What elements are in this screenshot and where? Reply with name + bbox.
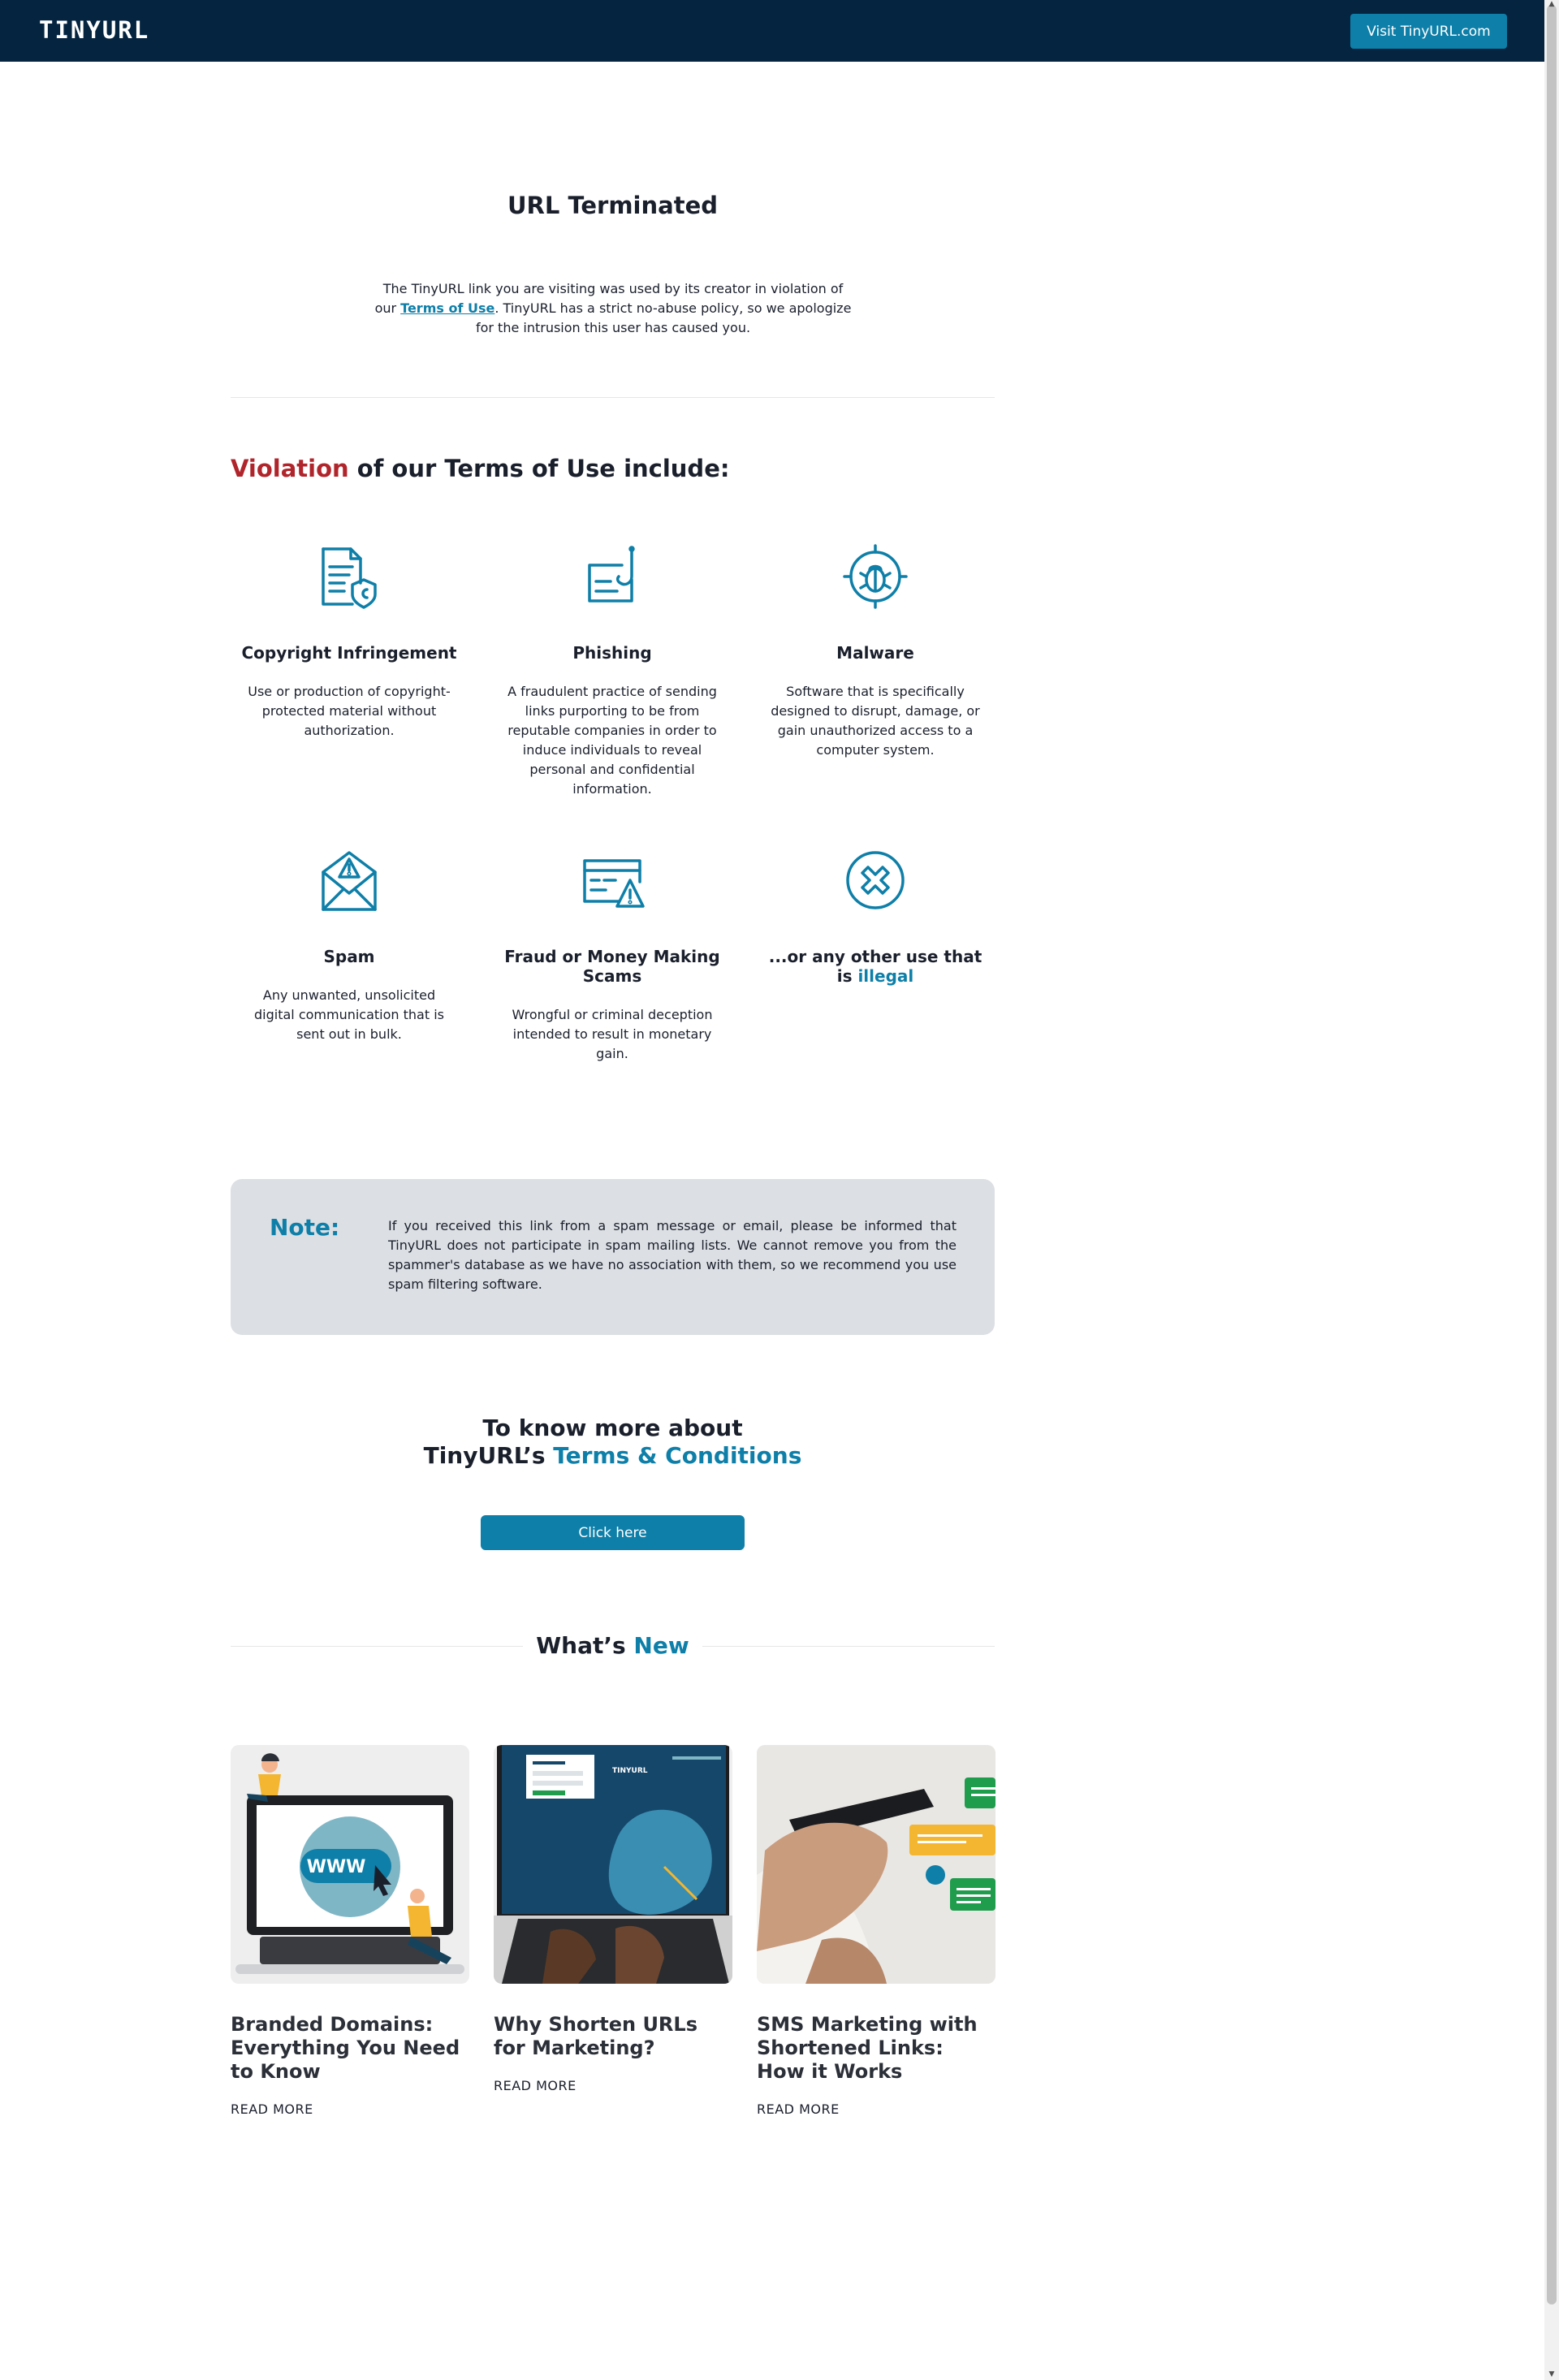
scroll-up-arrow-icon[interactable]: ▲ — [1548, 0, 1556, 8]
tinyurl-logo[interactable]: TINYURL — [39, 16, 149, 44]
terms-heading-line2-before: TinyURL’s — [423, 1442, 554, 1469]
terms-of-use-link[interactable]: Terms of Use — [400, 300, 494, 316]
intro-text-after: . TinyURL has a strict no-abuse policy, … — [475, 300, 852, 335]
note-text: If you received this link from a spam me… — [388, 1218, 957, 1292]
post-image-www-text: WWW — [307, 1857, 366, 1877]
terms-conditions-highlight: Terms & Conditions — [553, 1442, 802, 1469]
violation-description: Use or production of copyright-protected… — [248, 684, 451, 738]
top-header: TINYURL Visit TinyURL.com — [0, 0, 1544, 62]
intro-text: The TinyURL link you are visiting was us… — [374, 279, 853, 338]
note-box: Note: If you received this link from a s… — [231, 1179, 995, 1335]
post-image-logo-text: TINYURL — [612, 1767, 648, 1775]
click-here-button[interactable]: Click here — [481, 1515, 745, 1550]
post-title[interactable]: SMS Marketing with Shortened Links: How … — [757, 2013, 995, 2084]
post-image-laptop[interactable]: TINYURL — [494, 1745, 732, 1984]
whats-new-divider-right — [702, 1646, 995, 1647]
page-title: URL Terminated — [507, 192, 719, 219]
post-title[interactable]: Branded Domains: Everything You Need to … — [231, 2013, 469, 2084]
violation-description: Wrongful or criminal deception intended … — [512, 1007, 713, 1061]
whats-new-divider-left — [231, 1646, 523, 1647]
section-divider — [231, 397, 995, 398]
scroll-down-arrow-icon[interactable]: ▼ — [1548, 2370, 1556, 2378]
whats-new-heading: What’s New — [487, 1632, 738, 1660]
violation-highlight: Violation — [231, 455, 349, 482]
violation-description: Software that is specifically designed t… — [771, 684, 980, 758]
violations-heading: Violation of our Terms of Use include: — [231, 455, 729, 482]
circle-x-icon — [846, 851, 905, 909]
violation-title: ...or any other use that is illegal — [762, 947, 989, 986]
post-title[interactable]: Why Shorten URLs for Marketing? — [494, 2013, 732, 2060]
illegal-highlight: illegal — [857, 966, 914, 986]
violation-title: Spam — [323, 947, 375, 966]
violation-title: Fraud or Money Making Scams — [504, 947, 720, 986]
bug-target-icon — [843, 544, 908, 609]
post-image-sms-phone[interactable] — [757, 1745, 995, 1984]
fishing-hook-card-icon — [588, 546, 635, 603]
scrollbar-thumb[interactable] — [1547, 5, 1557, 2304]
visit-tinyurl-button[interactable]: Visit TinyURL.com — [1350, 14, 1507, 49]
terms-heading: To know more about TinyURL’s Terms & Cond… — [231, 1415, 995, 1470]
post-image-branded-domains[interactable]: WWW — [231, 1745, 469, 1984]
read-more-link[interactable]: READ MORE — [231, 2101, 313, 2117]
terms-heading-line1: To know more about — [482, 1415, 743, 1441]
envelope-warning-icon — [322, 851, 377, 911]
read-more-link[interactable]: READ MORE — [757, 2101, 840, 2117]
violation-title: Copyright Infringement — [241, 643, 457, 663]
violation-description: A fraudulent practice of sending links p… — [507, 684, 717, 797]
violation-description: Any unwanted, unsolicited digital commun… — [254, 987, 444, 1042]
whats-new-before: What’s — [536, 1632, 634, 1659]
credit-card-warning-icon — [583, 859, 645, 908]
read-more-link[interactable]: READ MORE — [494, 2078, 577, 2093]
violations-heading-rest: of our Terms of Use include: — [348, 455, 730, 482]
whats-new-highlight: New — [633, 1632, 689, 1659]
violation-title: Phishing — [572, 643, 652, 663]
violation-title: Malware — [836, 643, 914, 663]
copyright-document-icon — [322, 547, 377, 609]
note-label: Note: — [270, 1214, 340, 1241]
